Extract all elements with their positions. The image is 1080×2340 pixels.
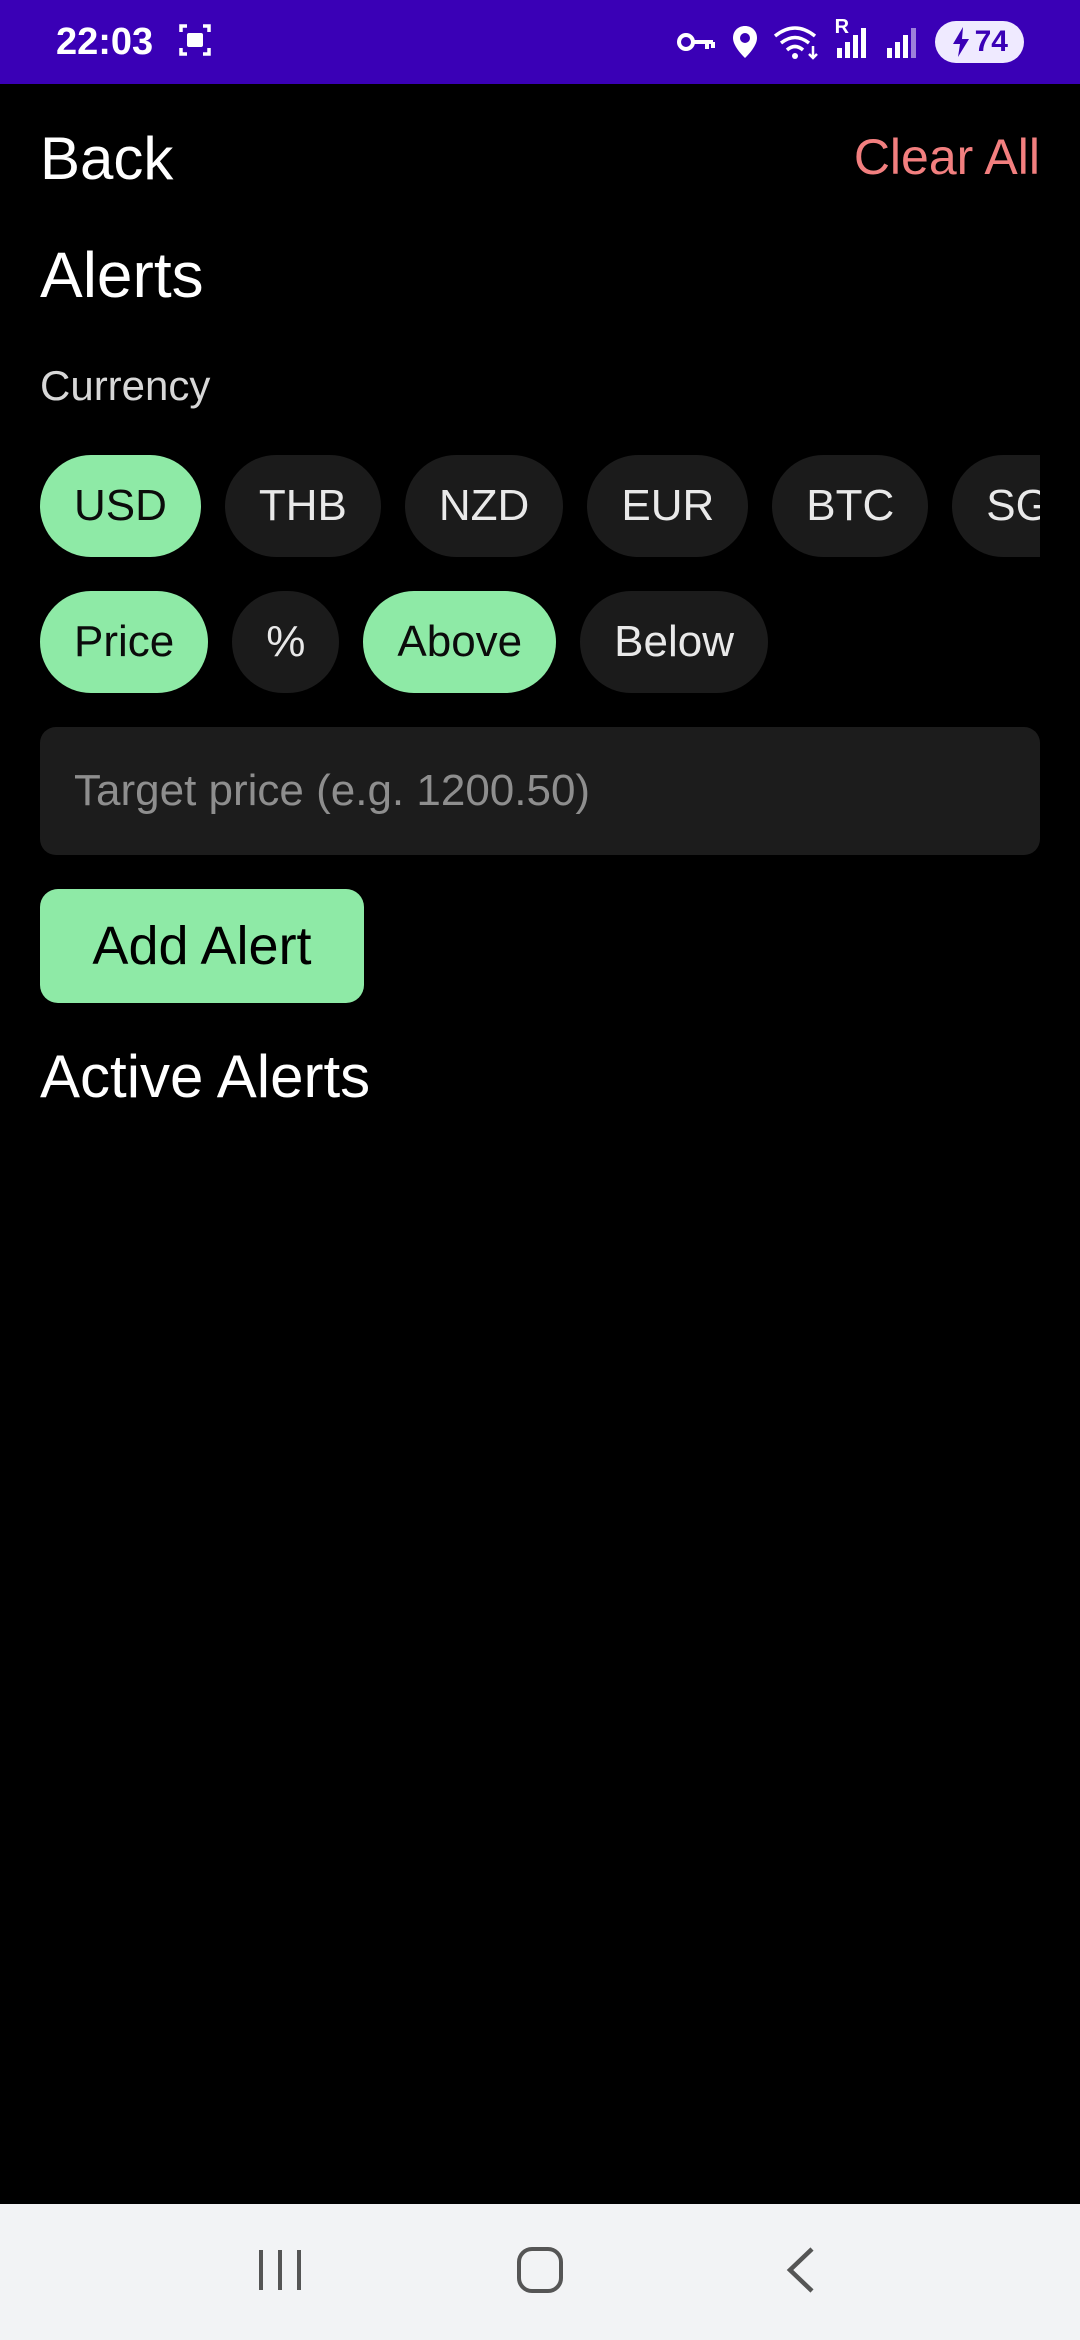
home-button[interactable] (495, 2227, 585, 2317)
status-right: R 74 (675, 16, 1024, 63)
alert-type-price-chip[interactable]: Price (40, 591, 209, 693)
status-time: 22:03 (56, 20, 154, 63)
currency-chip-sgd[interactable]: SGD (952, 455, 1040, 557)
vpn-key-icon (675, 27, 717, 57)
signal-icon-2 (885, 24, 921, 60)
alert-options-row: Price % Above Below (40, 591, 768, 693)
direction-below-chip[interactable]: Below (580, 591, 768, 693)
recent-apps-icon (255, 2248, 305, 2297)
status-bar: 22:03 R 74 (0, 0, 1080, 84)
back-nav-button[interactable] (755, 2227, 845, 2317)
battery-indicator: 74 (934, 21, 1024, 63)
target-price-input[interactable] (40, 727, 1040, 855)
system-nav-bar (0, 2204, 1080, 2340)
currency-chip-usd[interactable]: USD (40, 455, 201, 557)
battery-level: 74 (974, 25, 1008, 58)
location-icon (731, 24, 759, 60)
back-button[interactable]: Back (40, 124, 173, 193)
add-alert-button[interactable]: Add Alert (40, 889, 364, 1003)
active-alerts-title: Active Alerts (40, 1043, 371, 1110)
wifi-icon (773, 24, 821, 60)
clear-all-button[interactable]: Clear All (854, 128, 1040, 186)
direction-above-chip[interactable]: Above (363, 591, 557, 693)
back-chevron-icon (782, 2245, 818, 2300)
screenshot-icon (175, 20, 215, 65)
currency-chip-eur[interactable]: EUR (587, 455, 749, 557)
home-icon (515, 2245, 565, 2300)
currency-chip-row[interactable]: USD THB NZD EUR BTC SGD (40, 455, 1040, 557)
currency-chip-nzd[interactable]: NZD (404, 455, 564, 557)
charging-bolt-icon (951, 27, 971, 57)
roaming-badge: R (834, 16, 850, 38)
alert-type-percent-chip[interactable]: % (232, 591, 340, 693)
signal-icon-1: R (835, 16, 871, 60)
page-title: Alerts (40, 239, 204, 311)
alerts-screen: Back Clear All Alerts Currency USD THB N… (0, 84, 1080, 2204)
recent-apps-button[interactable] (235, 2227, 325, 2317)
currency-chip-thb[interactable]: THB (224, 455, 381, 557)
currency-chip-btc[interactable]: BTC (772, 455, 929, 557)
currency-label: Currency (40, 362, 211, 409)
status-left: 22:03 (56, 20, 215, 65)
